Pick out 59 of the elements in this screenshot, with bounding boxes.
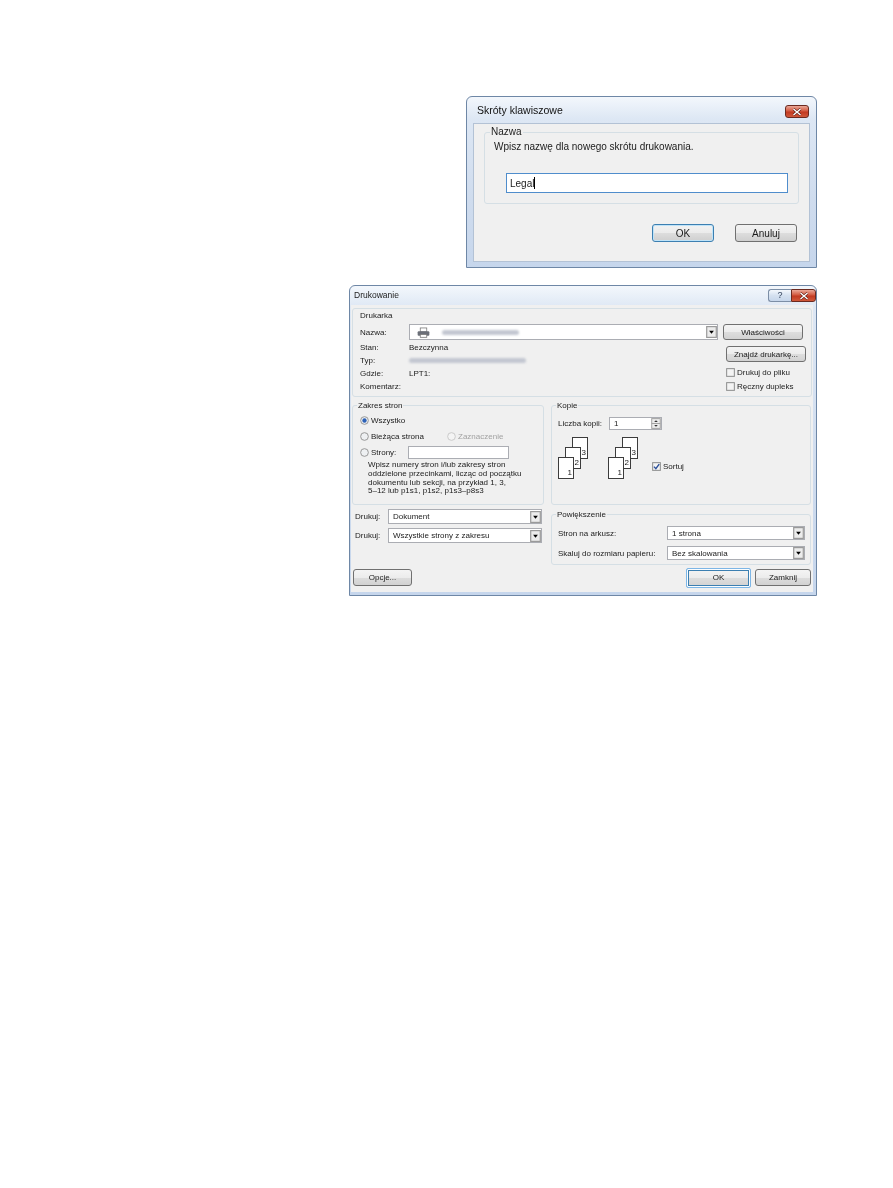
dropdown[interactable]: Dokument xyxy=(388,509,542,524)
field-label: Gdzie: xyxy=(360,369,385,378)
close-icon xyxy=(798,291,809,300)
close-icon xyxy=(792,107,802,116)
page-sheet: 1 xyxy=(608,457,624,479)
dropdown[interactable]: Wszystkie strony z zakresu xyxy=(388,528,542,543)
radio-label: Strony: xyxy=(371,447,397,457)
find-printer-button[interactable]: Znajdź drukarkę... xyxy=(726,346,806,362)
properties-button[interactable]: Właściwości xyxy=(723,324,803,340)
options-button[interactable]: Opcje... xyxy=(353,569,412,586)
ok-button[interactable]: OK xyxy=(652,224,714,242)
field-label: Skaluj do rozmiaru papieru: xyxy=(558,548,657,558)
group-label: Nazwa xyxy=(490,126,523,138)
printer-dropdown[interactable] xyxy=(409,324,718,340)
group-label: Kopie xyxy=(556,401,579,410)
checkbox-label: Ręczny dupleks xyxy=(737,381,794,391)
printer-icon xyxy=(417,326,430,338)
hint-text: Wpisz numery stron i/lub zakresy stron oddzielone przecinkami, licząc od początku dokumentu lub sekcji, na przykład 1, 3, 5–12 lub p1s1, p1s2, p1s3–p8s3 xyxy=(368,461,523,497)
checkbox-label: Drukuj do pliku xyxy=(737,367,790,377)
group-label: Zakres stron xyxy=(357,401,404,410)
checkbox-label: Sortuj xyxy=(663,461,684,471)
checkbox[interactable] xyxy=(726,367,735,377)
field-label: Typ: xyxy=(360,356,377,365)
field-label: Nazwa: xyxy=(360,327,388,337)
prompt-text: Wpisz nazwę dla nowego skrótu drukowania. xyxy=(494,141,694,153)
field-label: Drukuj: xyxy=(355,531,382,540)
pages-field[interactable] xyxy=(408,445,509,459)
group-label: Powiększenie xyxy=(556,510,607,519)
checkbox[interactable] xyxy=(652,461,661,471)
cancel-button[interactable]: Anuluj xyxy=(735,224,797,242)
radio-label: Wszystko xyxy=(371,415,406,425)
field-label: Stan: xyxy=(360,343,380,352)
radio-button[interactable] xyxy=(360,447,369,457)
radio-button[interactable] xyxy=(360,431,369,441)
text-cursor xyxy=(534,177,536,189)
radio-button[interactable] xyxy=(360,415,369,425)
field-label: Liczba kopii: xyxy=(558,419,604,428)
name-field[interactable]: Legal xyxy=(506,173,788,193)
close-button[interactable] xyxy=(785,105,809,118)
window-title: Skróty klawiszowe xyxy=(477,104,563,116)
copies-field[interactable]: 1 xyxy=(609,417,662,430)
value-text: LPT1: xyxy=(409,369,431,378)
page-sheet: 1 xyxy=(558,457,574,479)
group-label: Drukarka xyxy=(360,310,393,321)
radio-label: Zaznaczenie xyxy=(458,431,504,441)
spinner-icon xyxy=(651,418,661,429)
field-label: Stron na arkusz: xyxy=(558,528,618,538)
dropdown[interactable]: 1 strona xyxy=(667,526,805,540)
close-button[interactable] xyxy=(791,289,816,302)
checkbox[interactable] xyxy=(726,381,735,391)
close-button[interactable]: Zamknij xyxy=(755,569,811,586)
help-button[interactable]: ? xyxy=(768,289,791,302)
dropdown[interactable]: Bez skalowania xyxy=(667,546,805,560)
value-text: Bezczynna xyxy=(409,343,449,352)
window-title: Drukowanie xyxy=(354,290,399,300)
ok-button[interactable]: OK xyxy=(686,567,751,588)
field-label: Drukuj: xyxy=(355,512,382,521)
field-label: Komentarz: xyxy=(360,382,402,391)
radio-label: Bieżąca strona xyxy=(371,431,424,441)
